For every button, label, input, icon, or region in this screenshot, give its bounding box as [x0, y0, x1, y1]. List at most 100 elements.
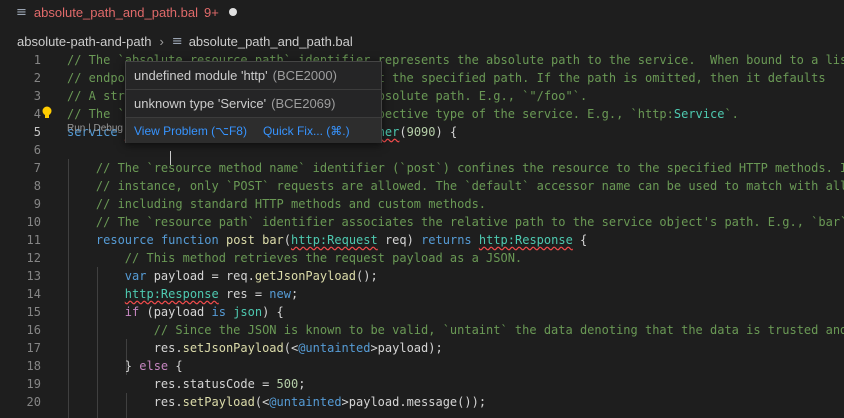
code-token: (< — [254, 395, 270, 409]
code-token: `. — [724, 107, 739, 121]
error-token: http:Response — [124, 287, 219, 301]
code-line[interactable]: 10 // The `resource path` identifier ass… — [0, 213, 844, 231]
line-code: if (payload is json) { — [67, 303, 284, 321]
code-line[interactable]: 14 http:Response res = new; — [0, 285, 844, 303]
line-number: 10 — [26, 215, 41, 229]
line-number: 3 — [33, 89, 41, 103]
line-number: 18 — [26, 359, 41, 373]
code-token: // The `resource path` identifier associ… — [95, 215, 844, 229]
line-number: 6 — [33, 143, 41, 157]
code-token: bar — [262, 233, 284, 247]
code-token: 9090 — [406, 125, 436, 139]
line-code: // including standard HTTP methods and c… — [67, 195, 486, 213]
code-token: ; — [290, 287, 299, 301]
code-token: res. — [67, 341, 183, 355]
file-lines-icon: ≡ — [171, 33, 183, 49]
problem-message: unknown type 'Service' — [134, 96, 267, 111]
code-token: function — [160, 233, 226, 247]
line-code: // instance, only `POST` requests are al… — [67, 177, 844, 195]
breadcrumb-folder[interactable]: absolute-path-and-path — [17, 34, 151, 49]
quick-fix-link[interactable]: Quick Fix... (⌘.) — [263, 124, 350, 138]
code-token: res = — [218, 287, 270, 301]
text-cursor — [170, 151, 171, 165]
error-token: http:Response — [478, 233, 573, 247]
code-token: res.statusCode = — [67, 377, 277, 391]
line-number: 14 — [26, 287, 41, 301]
code-token: post — [225, 233, 263, 247]
line-number: 13 — [26, 269, 41, 283]
code-token: @untainted — [298, 341, 371, 355]
line-number: 17 — [26, 341, 41, 355]
problem-hover-widget: undefined module 'http' (BCE2000) unknow… — [125, 61, 382, 143]
breadcrumb: absolute-path-and-path › ≡ absolute_path… — [0, 30, 353, 52]
codelens-run-debug[interactable]: Run | Debug — [67, 123, 123, 134]
code-token: res. — [67, 395, 183, 409]
line-number: 20 — [26, 395, 41, 409]
code-token: Service — [673, 107, 725, 121]
code-token: ) { — [262, 305, 284, 319]
code-token: resource — [95, 233, 161, 247]
line-code: resource function post bar(http:Request … — [67, 231, 587, 249]
code-token: getJsonPayload — [254, 269, 357, 283]
tab-filename: absolute_path_and_path.bal — [33, 4, 198, 20]
code-line[interactable]: 9 // including standard HTTP methods and… — [0, 195, 844, 213]
code-line[interactable]: 16 // Since the JSON is known to be vali… — [0, 321, 844, 339]
line-number: 19 — [26, 377, 41, 391]
code-token: json — [233, 305, 263, 319]
code-line[interactable]: 7 // The `resource method name` identifi… — [0, 159, 844, 177]
code-token: ) { — [435, 125, 458, 139]
breadcrumb-file[interactable]: absolute_path_and_path.bal — [189, 34, 353, 49]
problem-code: (BCE2069) — [271, 96, 336, 111]
code-token: >payload); — [370, 341, 443, 355]
code-token: (); — [356, 269, 378, 283]
code-token: (payload — [146, 305, 212, 319]
line-number: 8 — [33, 179, 41, 193]
hover-problem-type: unknown type 'Service' (BCE2069) — [126, 90, 381, 118]
code-line[interactable]: 11 resource function post bar(http:Reque… — [0, 231, 844, 249]
unsaved-dot-icon[interactable] — [228, 8, 237, 16]
line-number: 11 — [26, 233, 41, 247]
line-code: var payload = req.getJsonPayload(); — [67, 267, 378, 285]
code-token: { — [175, 359, 183, 373]
code-line[interactable]: 19 res.statusCode = 500; — [0, 375, 844, 393]
code-line[interactable]: 13 var payload = req.getJsonPayload(); — [0, 267, 844, 285]
line-number: 9 — [33, 197, 41, 211]
code-token: } — [67, 359, 140, 373]
code-token: returns — [421, 233, 479, 247]
code-line[interactable]: 18 } else { — [0, 357, 844, 375]
line-number: 4 — [33, 107, 41, 121]
line-code: res.setPayload(<@untainted>payload.messa… — [67, 393, 486, 411]
code-token: var — [124, 269, 154, 283]
code-line[interactable]: 15 if (payload is json) { — [0, 303, 844, 321]
code-line[interactable]: 17 res.setJsonPayload(<@untainted>payloa… — [0, 339, 844, 357]
code-token: is — [211, 305, 234, 319]
code-line[interactable]: 12 // This method retrieves the request … — [0, 249, 844, 267]
line-number: 1 — [33, 53, 41, 67]
view-problem-link[interactable]: View Problem (⌥F8) — [134, 124, 247, 138]
line-number: 5 — [33, 125, 41, 139]
line-number: 12 — [26, 251, 41, 265]
hover-actions: View Problem (⌥F8) Quick Fix... (⌘.) — [126, 118, 381, 143]
code-line[interactable]: 8 // instance, only `POST` requests are … — [0, 177, 844, 195]
code-token: // The `resource method name` identifier… — [95, 161, 844, 175]
code-token: ( — [399, 125, 407, 139]
code-token: ; — [298, 377, 306, 391]
tab-absolute-path-and-path[interactable]: ≡ absolute_path_and_path.bal 9+ — [0, 0, 245, 24]
chevron-right-icon: › — [159, 33, 164, 49]
tab-problem-count: 9+ — [204, 4, 219, 20]
line-code: // Since the JSON is known to be valid, … — [67, 321, 844, 339]
code-line[interactable]: 6 — [0, 141, 844, 159]
code-line[interactable]: 20 res.setPayload(<@untainted>payload.me… — [0, 393, 844, 411]
line-number: 15 — [26, 305, 41, 319]
lightbulb-icon[interactable] — [40, 105, 54, 121]
code-token: req) — [377, 233, 422, 247]
line-number: 7 — [33, 161, 41, 175]
